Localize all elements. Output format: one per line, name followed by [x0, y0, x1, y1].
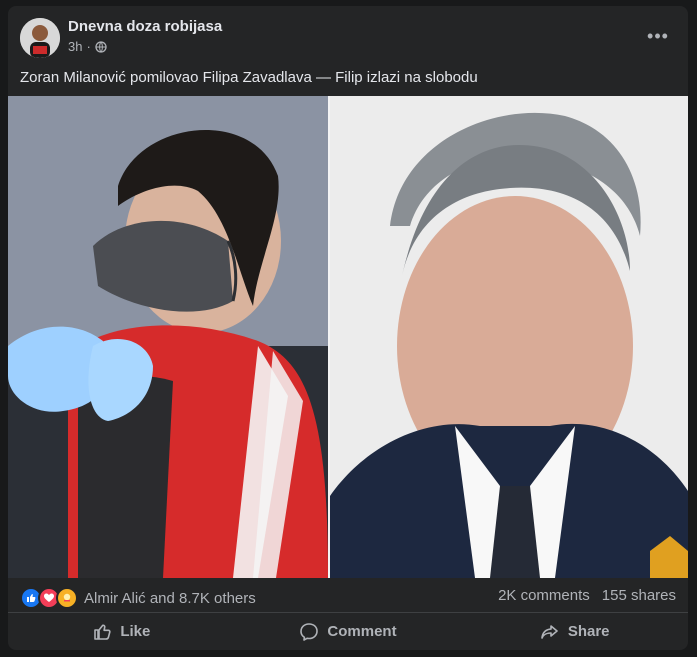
share-count[interactable]: 155 shares [602, 587, 676, 604]
post-media[interactable] [8, 96, 688, 578]
globe-icon [95, 40, 107, 53]
author-avatar[interactable] [20, 18, 60, 58]
comment-label: Comment [327, 623, 397, 640]
author-name[interactable]: Dnevna doza robijasa [68, 18, 222, 35]
care-reaction-icon [56, 587, 78, 609]
more-options-icon: ••• [647, 25, 669, 46]
photo-right-man-in-suit [330, 96, 688, 578]
post-time[interactable]: 3h [68, 39, 82, 54]
reaction-count[interactable]: Almir Alić and 8.7K others [84, 590, 256, 607]
post-meta: 3h · [68, 39, 107, 54]
like-icon [94, 624, 111, 640]
meta-separator: · [86, 39, 91, 54]
share-icon [541, 624, 558, 639]
reaction-summary[interactable]: Almir Alić and 8.7K others [20, 587, 256, 609]
more-options-button[interactable]: ••• [640, 24, 676, 48]
avatar-image [20, 18, 60, 58]
comment-icon [300, 622, 319, 641]
like-label: Like [120, 623, 151, 640]
photo-left-man-in-mask [8, 96, 328, 578]
share-button[interactable]: Share [461, 613, 688, 650]
comment-button[interactable]: Comment [235, 613, 462, 650]
share-label: Share [567, 623, 610, 640]
post-caption: Zoran Milanović pomilovao Filipa Zavadla… [20, 69, 478, 86]
engagement-counts: 2K comments 155 shares [498, 587, 676, 604]
like-button[interactable]: Like [8, 613, 235, 650]
masked-man-illustration [8, 96, 328, 578]
suited-man-illustration [330, 96, 688, 578]
post-stats: Almir Alić and 8.7K others 2K comments 1… [8, 578, 688, 613]
post-card: Dnevna doza robijasa 3h · ••• Zoran Mila… [8, 6, 688, 650]
comment-count[interactable]: 2K comments [498, 587, 590, 604]
post-header: Dnevna doza robijasa 3h · ••• [8, 6, 688, 64]
post-actions: Like Comment Share [8, 613, 688, 650]
